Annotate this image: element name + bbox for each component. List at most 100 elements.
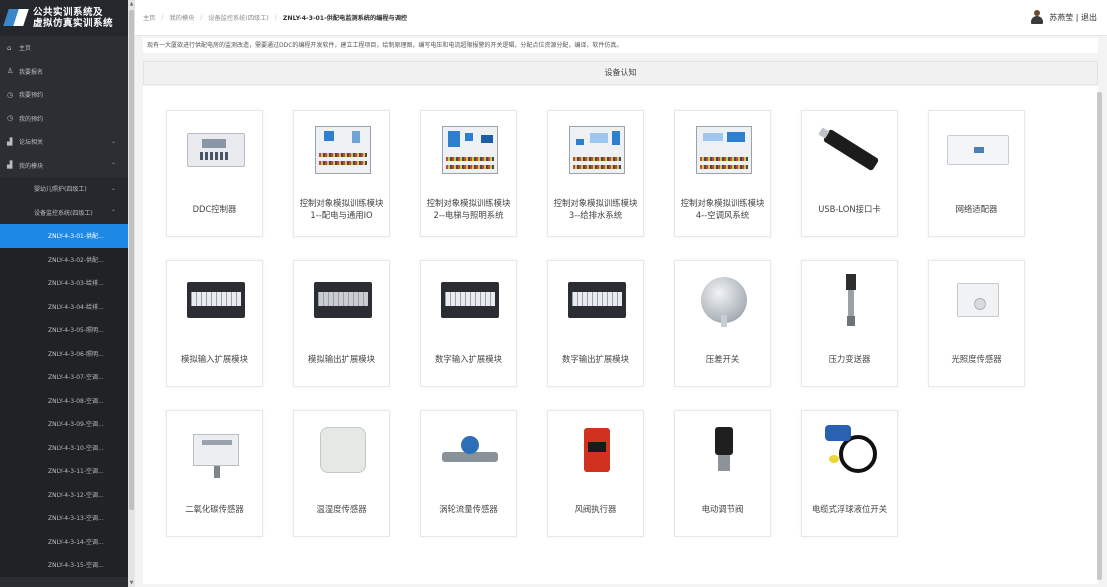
device-name: 网络适配器	[955, 203, 998, 214]
sidebar-item-label: ZNLY-4-3-05-照明...	[48, 327, 104, 335]
sidebar-task-01[interactable]: ZNLY-4-3-01-供配...	[0, 224, 128, 248]
sidebar-item-reserve[interactable]: ◷ 我要预约	[0, 83, 128, 107]
device-name: 光照度传感器	[951, 353, 1002, 364]
app-title-line1: 公共实训系统及	[33, 7, 104, 18]
training-module-image	[304, 121, 381, 179]
breadcrumb: 主页 / 我的模块 / 设备监控系统(四级工) / ZNLY-4-3-01-供配…	[143, 13, 407, 22]
chart-icon: ▟	[7, 137, 13, 146]
sidebar-task-08[interactable]: ZNLY-4-3-08-空调...	[0, 388, 128, 412]
device-card[interactable]: 网络适配器	[928, 110, 1025, 237]
breadcrumb-separator: /	[161, 14, 164, 21]
sidebar-item-signup[interactable]: ♙ 我要报名	[0, 60, 128, 84]
device-card[interactable]: 涡轮流量传感器	[420, 410, 517, 537]
device-card[interactable]: 压力变送器	[801, 260, 898, 387]
device-card[interactable]: 控制对象模拟训练模块3--给排水系统	[547, 110, 644, 237]
chevron-down-icon: ⌄	[110, 138, 116, 146]
sidebar-item-home[interactable]: ⌂ 主页	[0, 36, 128, 60]
clock-icon: ◷	[7, 90, 14, 99]
user-menu[interactable]: 苏燕莹 | 退出	[1030, 10, 1097, 24]
device-card[interactable]: DDC控制器	[166, 110, 263, 237]
humidity-sensor-image	[304, 421, 381, 479]
sidebar-item-forum[interactable]: ▟ 论坛相关 ⌄	[0, 130, 128, 154]
device-name: DDC控制器	[192, 203, 237, 214]
device-card[interactable]: 数字输出扩展模块	[547, 260, 644, 387]
sidebar-item-my-reservations[interactable]: ◷ 我的预约	[0, 107, 128, 131]
sidebar-task-03[interactable]: ZNLY-4-3-03-给排...	[0, 271, 128, 295]
sidebar-scrollbar[interactable]: ▲ ▼	[128, 0, 135, 587]
sidebar-task-04[interactable]: ZNLY-4-3-04-给排...	[0, 294, 128, 318]
sidebar-task-02[interactable]: ZNLY-4-3-02-供配...	[0, 247, 128, 271]
device-name: USB-LON接口卡	[818, 203, 881, 214]
light-sensor-image	[939, 271, 1016, 329]
co2-sensor-image	[177, 421, 254, 479]
sidebar-task-09[interactable]: ZNLY-4-3-09-空调...	[0, 412, 128, 436]
sidebar-item-label: 论坛相关	[19, 139, 44, 147]
damper-actuator-image	[558, 421, 635, 479]
pressure-transmitter-image	[812, 271, 889, 329]
device-name: 控制对象模拟训练模块3--给排水系统	[553, 197, 638, 221]
user-name-logout[interactable]: 苏燕莹 | 退出	[1049, 12, 1097, 23]
sidebar-item-label: ZNLY-4-3-09-空调...	[48, 421, 104, 429]
logo[interactable]: 公共实训系统及 虚拟仿真实训系统	[0, 0, 128, 36]
scroll-down-icon[interactable]: ▼	[128, 579, 135, 587]
device-card[interactable]: 模拟输入扩展模块	[166, 260, 263, 387]
device-card[interactable]: USB-LON接口卡	[801, 110, 898, 237]
device-card[interactable]: 压差开关	[674, 260, 771, 387]
sidebar-task-07[interactable]: ZNLY-4-3-07-空调...	[0, 365, 128, 389]
sidebar-task-15[interactable]: ZNLY-4-3-15-空调...	[0, 553, 128, 577]
device-name: 二氧化碳传感器	[185, 503, 244, 514]
sidebar-item-label: ZNLY-4-3-08-空调...	[48, 397, 104, 405]
breadcrumb-current: ZNLY-4-3-01-供配电监测系统的编程与调控	[282, 15, 408, 22]
float-switch-image	[812, 421, 889, 479]
sidebar-scrollbar-thumb[interactable]	[129, 10, 134, 510]
flow-sensor-image	[431, 421, 508, 479]
content-scrollbar-thumb[interactable]	[1097, 92, 1102, 580]
sidebar-task-10[interactable]: ZNLY-4-3-10-空调...	[0, 435, 128, 459]
device-card[interactable]: 温湿度传感器	[293, 410, 390, 537]
chevron-down-icon: ⌄	[110, 185, 116, 193]
device-card[interactable]: 模拟输出扩展模块	[293, 260, 390, 387]
scroll-up-icon[interactable]: ▲	[128, 0, 135, 8]
device-card[interactable]: 电动调节阀	[674, 410, 771, 537]
sidebar-task-12[interactable]: ZNLY-4-3-12-空调...	[0, 482, 128, 506]
logo-mark-icon	[6, 7, 28, 29]
section-title: 设备认知	[143, 61, 1098, 85]
sidebar-task-05[interactable]: ZNLY-4-3-05-照明...	[0, 318, 128, 342]
device-card[interactable]: 风阀执行器	[547, 410, 644, 537]
device-grid: DDC控制器 控制对象模拟训练模块1--配电与通用IO 控制对象模拟训练模块2-…	[143, 86, 1098, 584]
sidebar-item-label: 婴幼儿照护(四级工)	[34, 186, 87, 194]
usb-lon-card-image	[812, 121, 889, 179]
device-card[interactable]: 光照度传感器	[928, 260, 1025, 387]
breadcrumb-module[interactable]: 设备监控系统(四级工)	[208, 13, 269, 22]
sidebar-task-06[interactable]: ZNLY-4-3-06-照明...	[0, 341, 128, 365]
home-icon: ⌂	[7, 43, 12, 52]
sidebar-item-label: ZNLY-4-3-04-给排...	[48, 303, 104, 311]
top-bar: 主页 / 我的模块 / 设备监控系统(四级工) / ZNLY-4-3-01-供配…	[135, 0, 1107, 36]
breadcrumb-my-modules[interactable]: 我的模块	[169, 13, 194, 22]
sidebar-item-label: ZNLY-4-3-02-供配...	[48, 256, 104, 264]
content-scrollbar[interactable]	[1096, 92, 1103, 582]
device-card[interactable]: 数字输入扩展模块	[420, 260, 517, 387]
device-name: 模拟输出扩展模块	[308, 353, 375, 364]
sidebar-task-14[interactable]: ZNLY-4-3-14-空调...	[0, 529, 128, 553]
sidebar-item-label: ZNLY-4-3-12-空调...	[48, 491, 104, 499]
device-name: 数字输入扩展模块	[435, 353, 502, 364]
sidebar-task-11[interactable]: ZNLY-4-3-11-空调...	[0, 459, 128, 483]
device-card[interactable]: 控制对象模拟训练模块4--空调风系统	[674, 110, 771, 237]
device-card[interactable]: 电缆式浮球液位开关	[801, 410, 898, 537]
sidebar-item-my-modules[interactable]: ▟ 我的模块 ⌃	[0, 154, 128, 178]
expansion-module-image	[431, 271, 508, 329]
device-name: 电动调节阀	[701, 503, 744, 514]
device-card[interactable]: 二氧化碳传感器	[166, 410, 263, 537]
training-module-image	[431, 121, 508, 179]
device-card[interactable]: 控制对象模拟训练模块1--配电与通用IO	[293, 110, 390, 237]
sidebar-submodule-infant-care[interactable]: 婴幼儿照护(四级工) ⌄	[0, 177, 128, 201]
training-module-image	[558, 121, 635, 179]
sidebar-task-13[interactable]: ZNLY-4-3-13-空调...	[0, 506, 128, 530]
breadcrumb-home[interactable]: 主页	[143, 13, 155, 22]
sidebar-item-label: 我要预约	[19, 92, 44, 100]
sidebar-submodule-equipment-monitoring[interactable]: 设备监控系统(四级工) ⌃	[0, 200, 128, 224]
expansion-module-image	[177, 271, 254, 329]
device-card[interactable]: 控制对象模拟训练模块2--电梯与照明系统	[420, 110, 517, 237]
control-valve-image	[685, 421, 762, 479]
